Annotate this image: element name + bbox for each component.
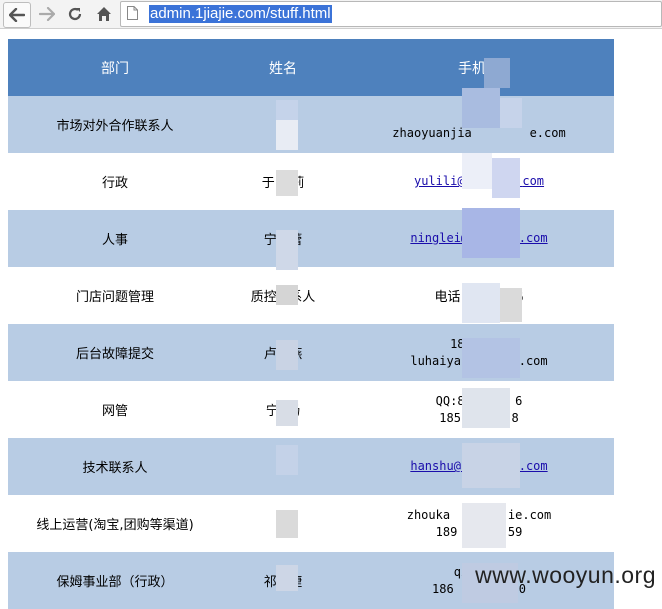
- department-cell: 线上运营(淘宝,团购等渠道): [36, 518, 194, 533]
- forward-arrow-icon: [39, 7, 55, 21]
- table-header-row: 部门 姓名 手机号: [8, 39, 614, 96]
- table-row: 门店问题管理 质控 系人 电话 20 6: [8, 267, 614, 324]
- department-cell: 门店问题管理: [75, 290, 154, 305]
- table-row: 线上运营(淘宝,团购等渠道) 凯 zhouka jie.com 189 59: [8, 495, 614, 552]
- browser-toolbar: admin.1jiajie.com/stuff.html: [0, 0, 662, 29]
- url-text[interactable]: admin.1jiajie.com/stuff.html: [149, 5, 332, 23]
- department-cell: 行政: [101, 176, 128, 191]
- department-cell: 市场对外合作联系人: [56, 119, 174, 134]
- header-name: 姓名: [269, 60, 297, 77]
- staff-table: 部门 姓名 手机号 市场对外合作联系人 赵 1510 zhaoyuanjia e…: [8, 39, 614, 609]
- department-cell: 技术联系人: [82, 461, 148, 476]
- department-cell: 人事: [101, 233, 128, 248]
- page-icon: [127, 6, 138, 20]
- back-arrow-icon: [9, 8, 25, 22]
- reload-button[interactable]: [63, 2, 87, 26]
- back-button[interactable]: [3, 2, 31, 28]
- address-bar[interactable]: admin.1jiajie.com/stuff.html: [120, 1, 662, 27]
- table-row: 行政 于 莉 yulili@ com: [8, 153, 614, 210]
- reload-icon: [68, 7, 82, 21]
- table-row: 网管 宁 扬 QQ:8 6 185 8: [8, 381, 614, 438]
- watermark: www.wooyun.org: [475, 562, 656, 588]
- home-button[interactable]: [92, 2, 116, 26]
- department-cell: 后台故障提交: [75, 347, 154, 362]
- table-row: 后台故障提交 卢 燕 186 2 luhaiyan@ .com: [8, 324, 614, 381]
- table-row: 人事 宁 蕾 ninglei@ .com: [8, 210, 614, 267]
- department-cell: 网管: [101, 404, 128, 419]
- name-redaction-mosaic: [276, 100, 298, 600]
- home-icon: [97, 7, 111, 21]
- contact-redaction-mosaic: [462, 58, 522, 603]
- header-department: 部门: [101, 60, 129, 77]
- department-cell: 保姆事业部（行政）: [56, 575, 174, 590]
- table-row: 市场对外合作联系人 赵 1510 zhaoyuanjia e.com: [8, 96, 614, 153]
- table-row: 技术联系人 述 hanshu@ ie.com: [8, 438, 614, 495]
- forward-button[interactable]: [35, 2, 59, 26]
